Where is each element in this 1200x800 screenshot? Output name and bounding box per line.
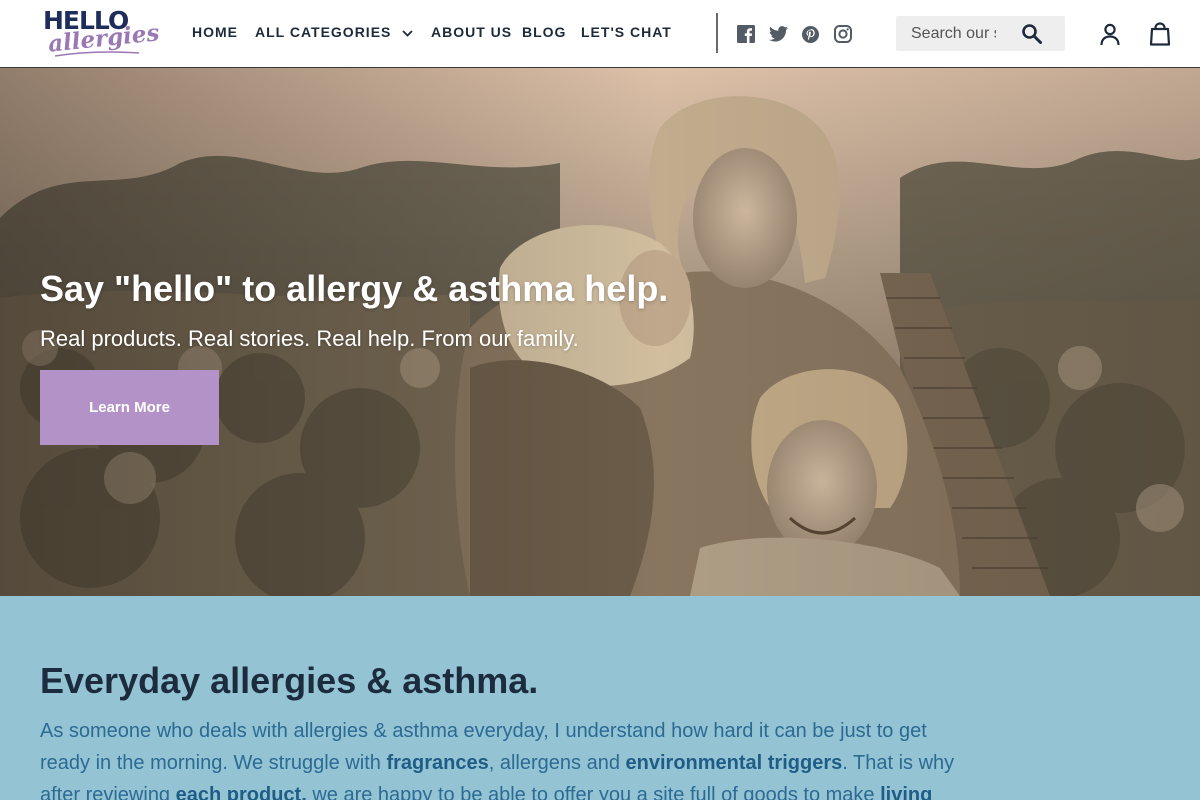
link-each-product[interactable]: each product, (176, 784, 307, 800)
link-fragrances[interactable]: fragrances (386, 752, 488, 774)
logo[interactable]: HELLO allergies (43, 8, 161, 60)
chevron-down-icon (402, 30, 413, 37)
info-section: Everyday allergies & asthma. As someone … (0, 596, 1200, 800)
twitter-icon[interactable] (769, 26, 788, 42)
info-paragraph: As someone who deals with allergies & as… (40, 715, 960, 800)
info-title: Everyday allergies & asthma. (40, 660, 539, 701)
instagram-icon[interactable] (834, 25, 852, 43)
nav-all-categories-label: ALL CATEGORIES (255, 24, 392, 40)
hero-banner: Say "hello" to allergy & asthma help. Re… (0, 68, 1200, 596)
logo-swoosh (54, 51, 140, 57)
account-icon[interactable] (1098, 22, 1122, 46)
link-living[interactable]: living (880, 784, 932, 800)
search-icon[interactable] (1020, 22, 1044, 46)
search-box (896, 16, 1065, 51)
site-header: HELLO allergies HOME ALL CATEGORIES ABOU… (0, 0, 1200, 68)
pinterest-icon[interactable] (802, 26, 819, 43)
nav-all-categories[interactable]: ALL CATEGORIES (255, 24, 413, 40)
shopping-bag-icon[interactable] (1149, 22, 1171, 46)
info-text-4: we are happy to be able to offer you a s… (306, 784, 881, 800)
search-input[interactable] (896, 16, 996, 51)
nav-about-us[interactable]: ABOUT US (431, 24, 512, 40)
link-environmental-triggers[interactable]: environmental triggers (626, 752, 843, 774)
facebook-icon[interactable] (737, 25, 755, 43)
learn-more-button[interactable]: Learn More (40, 370, 219, 445)
header-divider (716, 13, 718, 53)
hero-title: Say "hello" to allergy & asthma help. (40, 268, 669, 309)
info-text-2: , allergens and (488, 752, 626, 774)
nav-lets-chat[interactable]: LET'S CHAT (581, 24, 672, 40)
nav-blog[interactable]: BLOG (522, 24, 566, 40)
hero-subtitle: Real products. Real stories. Real help. … (40, 326, 579, 351)
nav-home[interactable]: HOME (192, 24, 238, 40)
